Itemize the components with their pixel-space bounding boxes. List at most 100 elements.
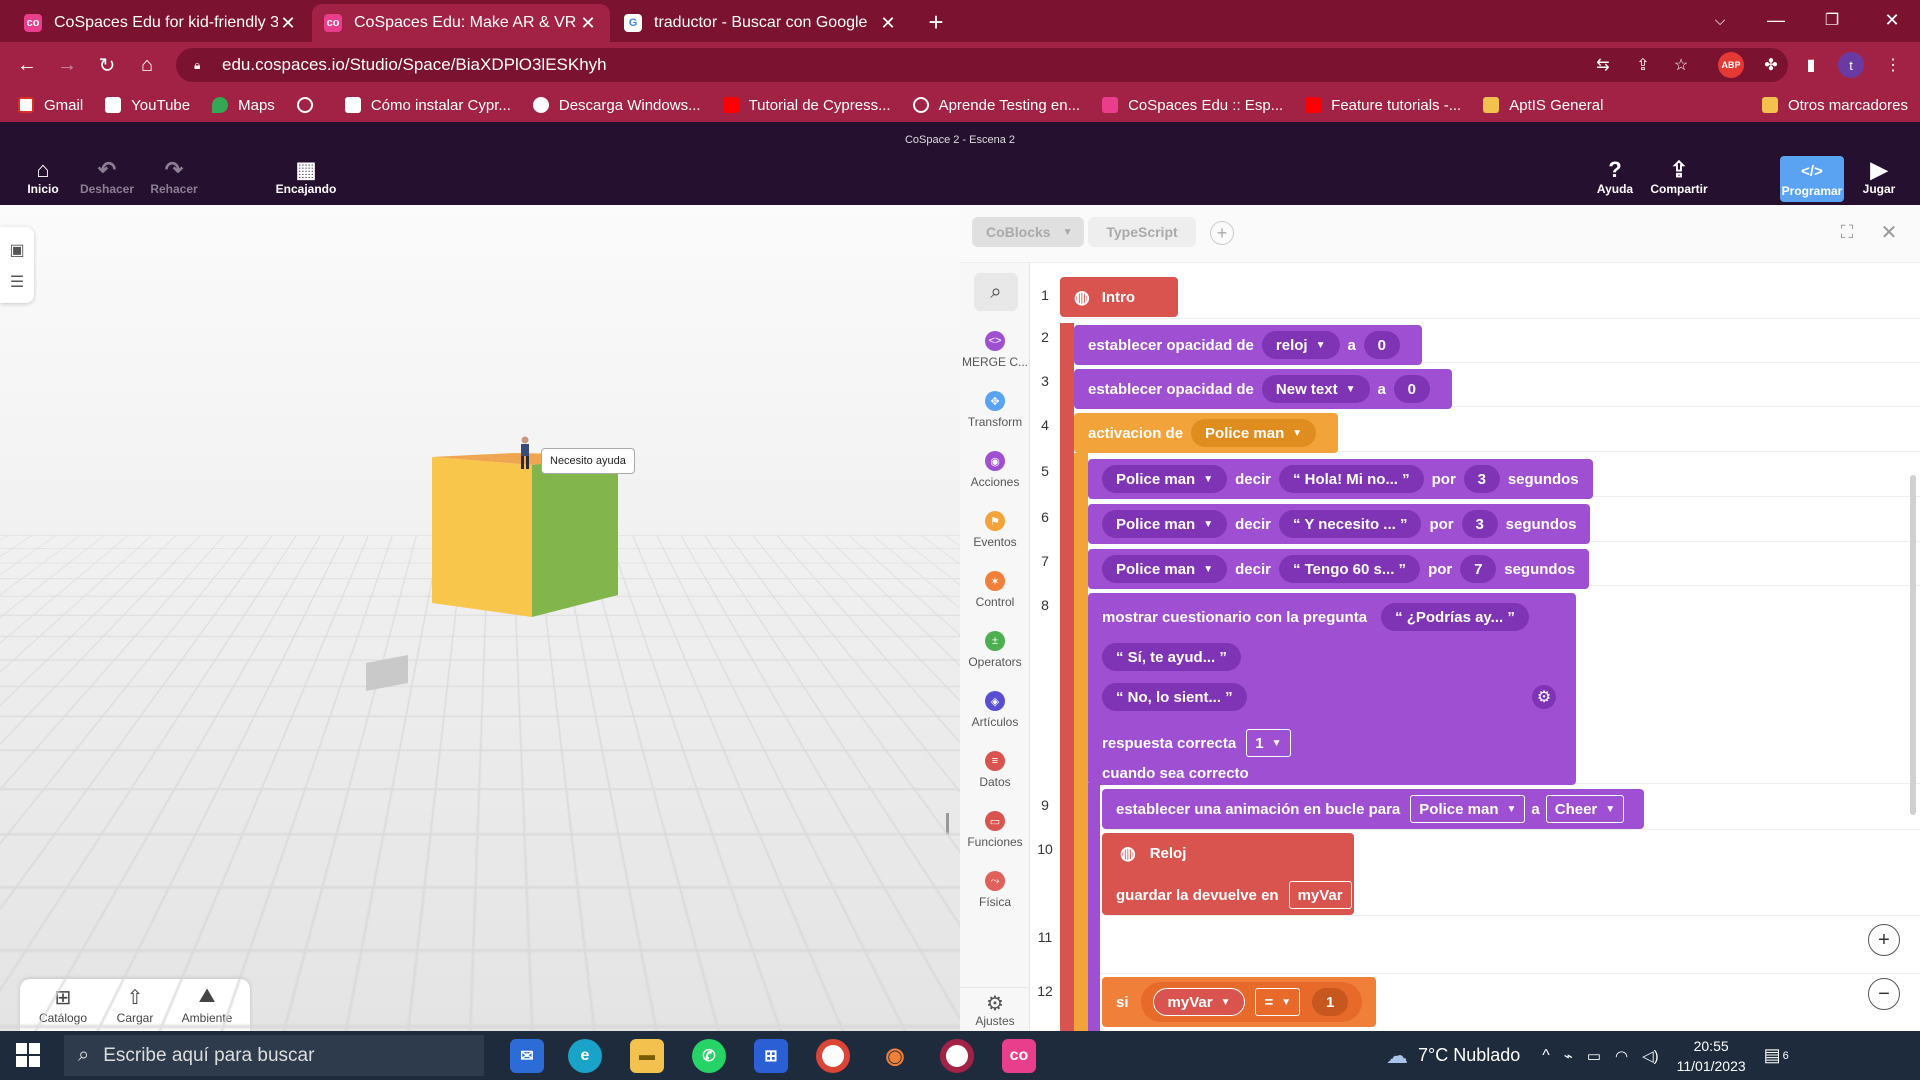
category-functions[interactable]: ▭ Funciones <box>960 811 1030 849</box>
bookmark-cypress-tutorial[interactable]: Tutorial de Cypress... <box>722 97 891 114</box>
bookmark-maps[interactable]: Maps <box>212 97 275 114</box>
category-items[interactable]: ◈ Artículos <box>960 691 1030 729</box>
tab-search-chevron-icon[interactable]: ⌵ <box>1692 0 1748 40</box>
edge-browser-icon[interactable]: e <box>568 1039 602 1073</box>
help-button[interactable]: ? Ayuda <box>1594 158 1636 202</box>
object-dropdown[interactable]: Police man ▼ <box>1191 419 1317 447</box>
home-icon[interactable]: ⌂ <box>132 50 162 80</box>
object-dropdown[interactable]: Police man ▼ <box>1410 795 1526 823</box>
text-input[interactable]: “ Hola! Mi no... ” <box>1278 465 1424 493</box>
tab-cospaces-studio[interactable]: co CoSpaces Edu: Make AR & VR in ✕ <box>312 4 610 42</box>
compare-value[interactable]: 1 <box>1312 988 1349 1016</box>
close-tab-icon[interactable]: ✕ <box>878 13 898 34</box>
list-icon[interactable]: ☰ <box>6 271 28 293</box>
zoom-in-button[interactable]: + <box>1868 924 1900 956</box>
back-arrow-icon[interactable]: ← <box>12 50 42 80</box>
duration-value[interactable]: 7 <box>1460 555 1497 583</box>
say-block[interactable]: Police man ▼ decir “ Y necesito ... ” por… <box>1088 504 1591 544</box>
mail-icon[interactable]: ✉ <box>510 1039 544 1073</box>
opacity-value[interactable]: 0 <box>1393 375 1430 403</box>
home-button[interactable]: ⌂ Inicio <box>20 158 66 202</box>
reload-icon[interactable]: ↻ <box>92 50 122 80</box>
taskbar-search-box[interactable]: ⌕ Escribe aquí para buscar <box>64 1035 484 1076</box>
chevron-up-icon[interactable]: ^ <box>1542 1047 1550 1065</box>
bookmark-cypress-install[interactable]: Cómo instalar Cypr... <box>344 97 511 114</box>
close-panel-icon[interactable]: ✕ <box>1878 221 1900 244</box>
say-block[interactable]: Police man ▼ decir “ Hola! Mi no... ” por… <box>1088 459 1593 499</box>
upload-button[interactable]: ⇧ Cargar <box>100 985 170 1025</box>
set-opacity-block[interactable]: establecer opacidad de New text ▼ a 0 <box>1074 369 1452 409</box>
category-transform[interactable]: ✥ Transform <box>960 391 1030 429</box>
text-panel-object[interactable] <box>362 653 412 697</box>
cospaces-app-icon[interactable]: co <box>1002 1039 1036 1073</box>
battery-icon[interactable]: ▭ <box>1587 1047 1601 1065</box>
url-bar[interactable]: 🔒︎ edu.cospaces.io/Studio/Space/BiaXDPlO… <box>176 48 1788 82</box>
bookmark-aptis[interactable]: AptIS General <box>1483 97 1603 114</box>
duration-value[interactable]: 3 <box>1463 465 1500 493</box>
category-data[interactable]: ≡ Datos <box>960 751 1030 789</box>
if-block[interactable]: si myVar ▼ = ▼ 1 <box>1102 977 1377 1027</box>
new-tab-button[interactable]: + <box>908 2 964 42</box>
blender-icon[interactable]: ◉ <box>878 1039 912 1073</box>
redo-button[interactable]: ↷ Rehacer <box>146 158 202 202</box>
share-icon[interactable]: ⇪ <box>1630 52 1656 78</box>
chrome-icon[interactable] <box>816 1039 850 1073</box>
code-workspace[interactable]: 1 2 3 4 5 6 7 8 9 10 11 12 ◍ Intro estab… <box>1030 263 1920 1031</box>
text-input[interactable]: “ Y necesito ... ” <box>1278 510 1422 538</box>
close-tab-icon[interactable]: ✕ <box>278 13 298 34</box>
duration-value[interactable]: 3 <box>1461 510 1498 538</box>
panel-resize-handle[interactable] <box>946 813 949 835</box>
variable-dropdown[interactable]: myVar ▼ <box>1152 988 1246 1016</box>
restore-button[interactable]: ❐ <box>1804 0 1860 40</box>
share-button[interactable]: ⇪ Compartir <box>1648 158 1710 202</box>
translate-icon[interactable]: ⇆ <box>1590 52 1616 78</box>
other-bookmarks-folder[interactable]: Otros marcadores <box>1761 97 1908 114</box>
zoom-out-button[interactable]: − <box>1868 978 1900 1010</box>
tab-typescript[interactable]: TypeScript <box>1088 217 1196 247</box>
tab-cospaces-home[interactable]: co CoSpaces Edu for kid-friendly 3D ✕ <box>12 4 310 42</box>
comparison-block[interactable]: myVar ▼ = ▼ 1 <box>1140 982 1363 1022</box>
variable-field[interactable]: myVar <box>1288 881 1352 909</box>
police-man-character[interactable] <box>518 435 532 471</box>
loop-animation-block[interactable]: establecer una animación en bucle para P… <box>1102 789 1645 829</box>
bookmark-windows-download[interactable]: Descarga Windows... <box>532 97 701 114</box>
search-blocks-button[interactable]: ⌕ <box>974 273 1018 311</box>
bookmark-testing[interactable]: Aprende Testing en... <box>912 97 1080 114</box>
play-button[interactable]: ▶ Jugar <box>1860 158 1898 202</box>
function-call-block[interactable]: ◍ Reloj guardar la devuelve en myVar <box>1102 833 1354 915</box>
vertical-scrollbar[interactable] <box>1910 475 1916 815</box>
object-dropdown[interactable]: Police man ▼ <box>1102 510 1228 538</box>
answer-input[interactable]: “ No, lo sient... ” <box>1102 683 1247 711</box>
object-dropdown[interactable]: Police man ▼ <box>1102 555 1228 583</box>
windows-start-icon[interactable] <box>16 1043 40 1067</box>
category-operators[interactable]: ± Operators <box>960 631 1030 669</box>
file-explorer-icon[interactable]: ▬ <box>630 1039 664 1073</box>
animation-dropdown[interactable]: Cheer ▼ <box>1545 795 1625 823</box>
object-dropdown[interactable]: reloj ▼ <box>1261 331 1340 359</box>
undo-button[interactable]: ↶ Deshacer <box>78 158 136 202</box>
snapping-button[interactable]: ▦ Encajando <box>274 158 338 202</box>
bookmark-feature-tutorials[interactable]: Feature tutorials -... <box>1305 97 1461 114</box>
clock[interactable]: 20:55 11/01/2023 <box>1677 1036 1746 1076</box>
catalog-button[interactable]: ⊞ Catálogo <box>28 985 98 1025</box>
whatsapp-icon[interactable]: ✆ <box>692 1039 726 1073</box>
bookmark-youtube[interactable]: YouTube <box>105 97 190 114</box>
intro-block[interactable]: ◍ Intro <box>1060 277 1178 317</box>
settings-button[interactable]: ⚙ Ajustes <box>960 987 1030 1031</box>
object-dropdown[interactable]: New text ▼ <box>1261 375 1370 403</box>
set-opacity-block[interactable]: establecer opacidad de reloj ▼ a 0 <box>1074 325 1422 365</box>
object-dropdown[interactable]: Police man ▼ <box>1102 465 1228 493</box>
say-block[interactable]: Police man ▼ decir “ Tengo 60 s... ” por … <box>1088 549 1590 589</box>
answer-input[interactable]: “ Sí, te ayud... ” <box>1102 643 1241 671</box>
tab-google-search[interactable]: G traductor - Buscar con Google ✕ <box>612 4 910 42</box>
adblock-icon[interactable]: ABP <box>1718 52 1744 78</box>
extensions-puzzle-icon[interactable]: ✤ <box>1758 52 1784 78</box>
bookmark-cospaces-es[interactable]: CoSpaces Edu :: Esp... <box>1102 97 1283 114</box>
bookmark-gmail[interactable]: Gmail <box>18 97 83 114</box>
gallery-icon[interactable]: ▣ <box>6 239 28 261</box>
network-icon[interactable]: ⌁ <box>1564 1047 1573 1065</box>
notifications-icon[interactable]: ▤ <box>1764 1045 1781 1066</box>
volume-icon[interactable]: ◁) <box>1642 1047 1659 1065</box>
fullscreen-icon[interactable]: ⛶ <box>1836 221 1858 243</box>
quiz-block[interactable]: mostrar cuestionario con la pregunta “ ¿… <box>1088 593 1576 785</box>
